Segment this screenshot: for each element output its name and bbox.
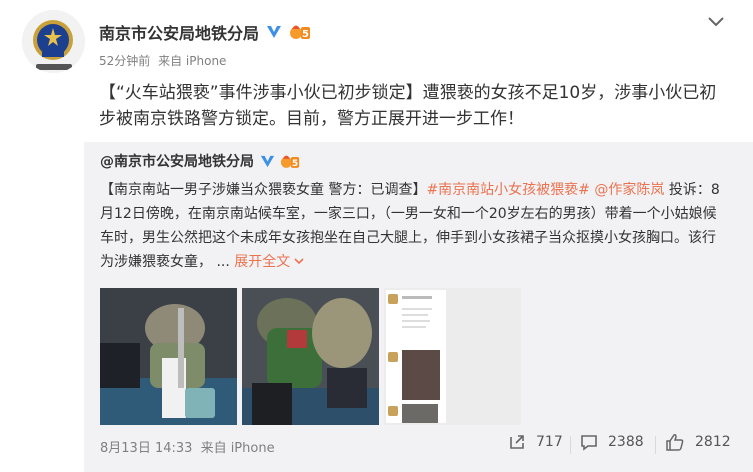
photo-thumbnail-2[interactable]: [242, 288, 379, 425]
repost-text-lead: 【南京南站一男子涉嫌当众猥亵女童 警方：已调查】: [100, 182, 427, 198]
level-number: 5: [292, 159, 298, 169]
comment-icon: [581, 435, 597, 451]
post-text: 【“火车站猥亵”事件涉事小伙已初步锁定】遭猥亵的女孩不足10岁，涉事小伙已初步被…: [99, 83, 717, 129]
action-divider: [655, 436, 656, 454]
repost-count: 717: [536, 434, 563, 450]
post-menu-button[interactable]: [706, 14, 726, 30]
repost-author-row: @南京市公安局地铁分局 5: [100, 151, 300, 171]
author-avatar[interactable]: [22, 10, 85, 73]
post-source: 来自 iPhone: [158, 54, 227, 68]
repost-icon: [510, 435, 524, 449]
like-count: 2812: [695, 434, 731, 450]
repost-time[interactable]: 8月13日 14:33: [100, 441, 192, 456]
photo-thumbnail-3[interactable]: [384, 288, 521, 425]
level-badge-icon[interactable]: 5: [289, 23, 311, 41]
photo-thumbnail-1[interactable]: [100, 288, 237, 425]
level-badge-icon[interactable]: 5: [280, 153, 300, 170]
repost-meta: 8月13日 14:33 来自 iPhone: [100, 437, 275, 456]
repost-hashtag[interactable]: #南京南站小女孩被猥亵#: [426, 182, 589, 198]
police-emblem-icon: [22, 10, 85, 73]
repost-source: 来自 iPhone: [200, 441, 275, 456]
expand-label: 展开全文: [234, 254, 291, 270]
weibo-post-card: 南京市公安局地铁分局 5 52分钟前 来自 iPhone 【“火车站猥亵”事件涉…: [0, 0, 753, 472]
repost-author-name[interactable]: @南京市公安局地铁分局: [100, 151, 254, 171]
expand-full-text-link[interactable]: 展开全文: [234, 254, 305, 270]
verified-v-icon: [259, 153, 276, 170]
comment-button[interactable]: 2388: [580, 433, 644, 451]
repost-text: 【南京南站一男子涉嫌当众猥亵女童 警方：已调查】#南京南站小女孩被猥亵# @作家…: [100, 178, 728, 274]
post-time[interactable]: 52分钟前: [99, 54, 150, 68]
comment-count: 2388: [608, 434, 644, 450]
action-divider: [570, 436, 571, 454]
level-number: 5: [302, 29, 309, 40]
chevron-down-icon: [708, 17, 724, 27]
verified-v-icon: [265, 23, 283, 41]
post-author-name[interactable]: 南京市公安局地铁分局: [99, 20, 259, 44]
thumbs-up-icon: [666, 434, 684, 451]
repost-button[interactable]: 717: [508, 433, 563, 451]
post-author-row: 南京市公安局地铁分局 5: [99, 20, 311, 44]
post-meta: 52分钟前 来自 iPhone: [99, 52, 226, 69]
chevron-down-icon: [294, 258, 304, 265]
like-button[interactable]: 2812: [665, 433, 731, 451]
repost-mention[interactable]: @作家陈岚: [594, 182, 664, 198]
